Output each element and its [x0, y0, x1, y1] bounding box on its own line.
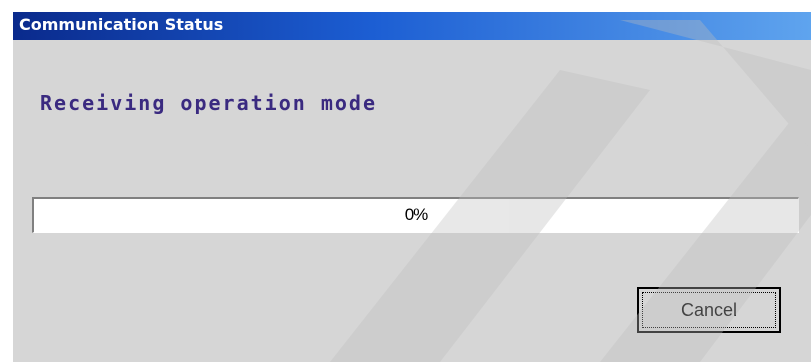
window-title: Communication Status: [19, 15, 224, 34]
communication-status-dialog: Communication Status Receiving operation…: [13, 12, 811, 362]
progress-bar: 0%: [32, 197, 799, 233]
title-bar[interactable]: Communication Status: [13, 12, 811, 40]
cancel-button-label: Cancel: [642, 292, 776, 328]
progress-percent-label: 0%: [404, 205, 429, 224]
cancel-button[interactable]: Cancel: [637, 287, 781, 333]
status-message: Receiving operation mode: [40, 91, 377, 115]
